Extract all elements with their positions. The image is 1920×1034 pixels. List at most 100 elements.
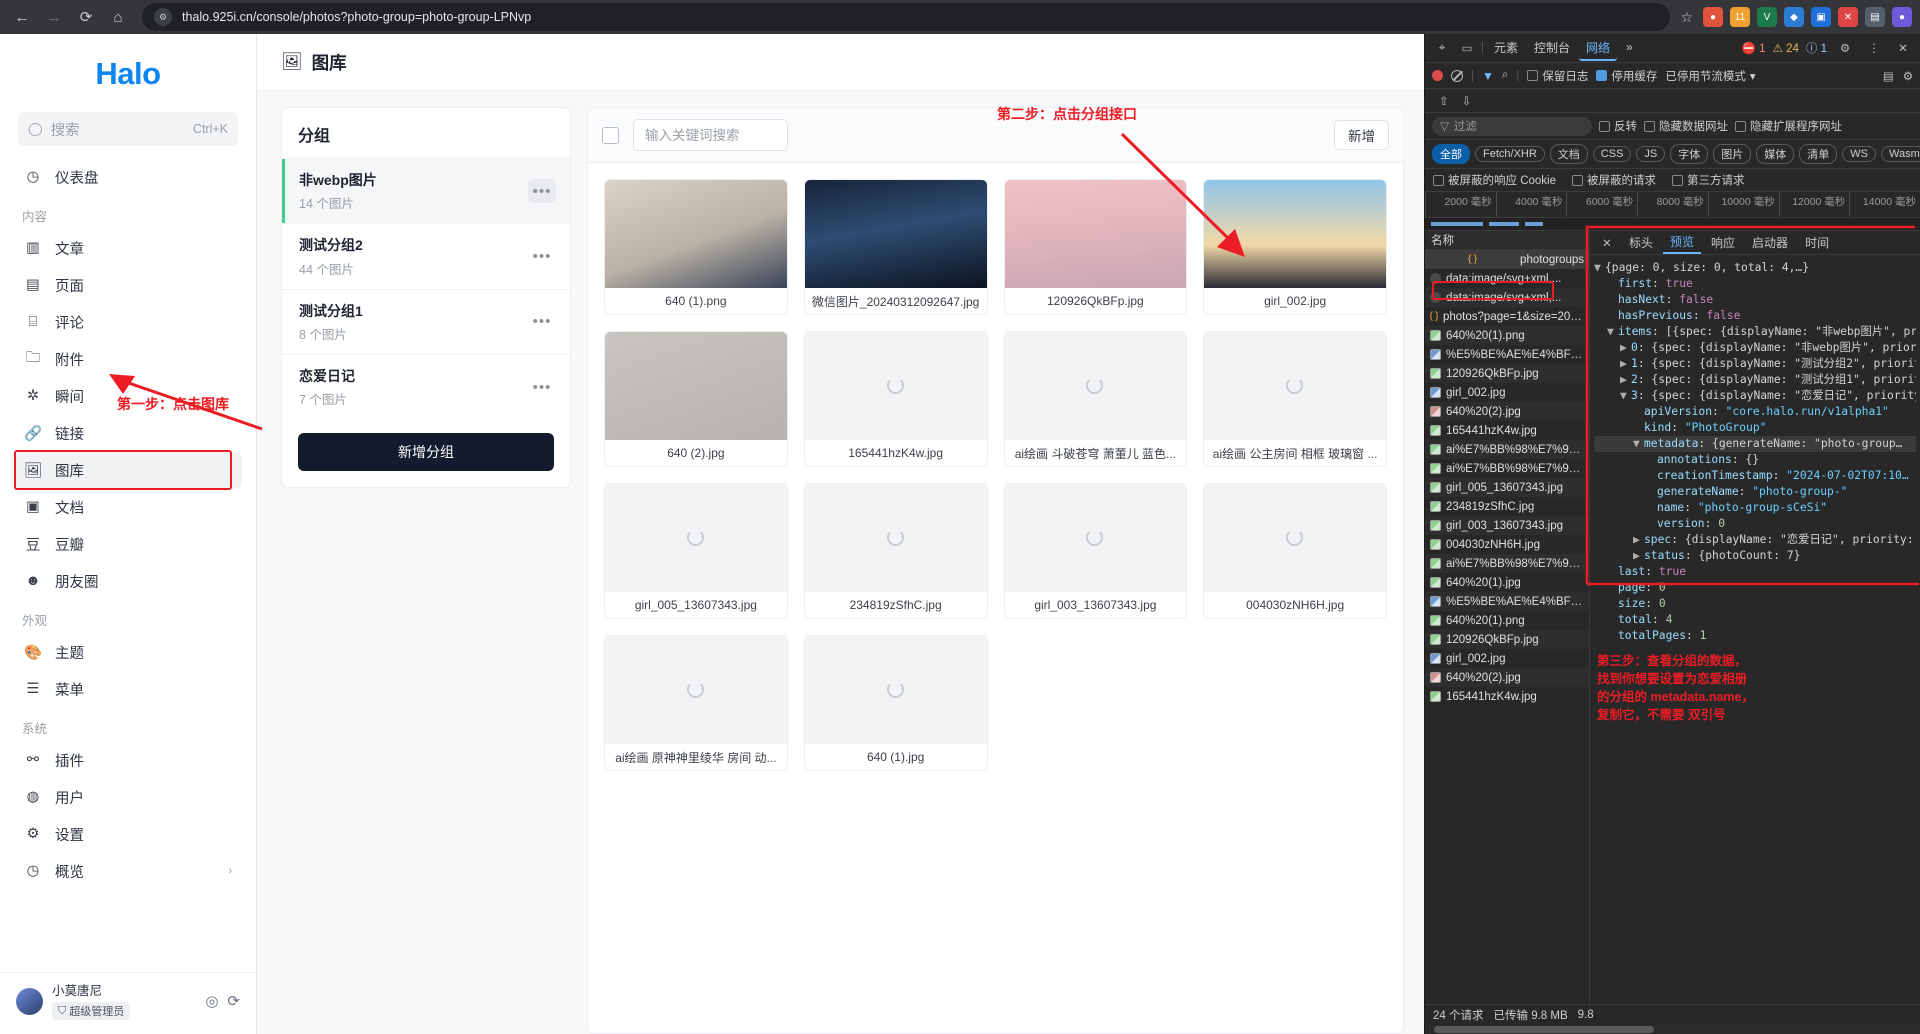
- photo-card[interactable]: 640 (1).jpg: [803, 635, 988, 771]
- site-settings-icon[interactable]: ⚙: [154, 8, 172, 26]
- request-row[interactable]: girl_002.jpg: [1425, 649, 1589, 668]
- request-row[interactable]: %E5%BE%AE%E4%BF%A1%E5...: [1425, 345, 1589, 364]
- photo-thumbnail[interactable]: [1204, 180, 1386, 288]
- request-row[interactable]: 640%20(1).png: [1425, 326, 1589, 345]
- group-more-icon[interactable]: •••: [528, 375, 556, 399]
- request-row[interactable]: 640%20(1).png: [1425, 611, 1589, 630]
- devtools-tab-»[interactable]: »: [1619, 35, 1640, 59]
- group-item[interactable]: 非webp图片 14 个图片 •••: [282, 158, 570, 224]
- type-chip-WS[interactable]: WS: [1842, 146, 1876, 162]
- request-row[interactable]: 120926QkBFp.jpg: [1425, 630, 1589, 649]
- device-toolbar-icon[interactable]: ▭: [1456, 38, 1478, 58]
- photo-thumbnail[interactable]: [804, 636, 987, 744]
- request-row[interactable]: 640%20(2).jpg: [1425, 668, 1589, 687]
- request-row[interactable]: girl_002.jpg: [1425, 383, 1589, 402]
- devtools-tab-网络[interactable]: 网络: [1579, 35, 1618, 61]
- request-row[interactable]: 165441hzK4w.jpg: [1425, 421, 1589, 440]
- close-detail-icon[interactable]: ✕: [1596, 233, 1618, 253]
- logout-icon[interactable]: ⟳: [227, 992, 240, 1010]
- new-group-button[interactable]: 新增分组: [298, 433, 554, 472]
- sidebar-item-朋友圈[interactable]: ☻ 朋友圈: [14, 563, 242, 599]
- sidebar-item-文章[interactable]: ▥ 文章: [14, 230, 242, 266]
- request-row[interactable]: ai%E7%BB%98%E7%94%BB%2...: [1425, 440, 1589, 459]
- json-row[interactable]: name: "photo-group-sCeSi": [1594, 500, 1916, 516]
- sidebar-item-插件[interactable]: ⚯ 插件: [14, 742, 242, 778]
- photo-card[interactable]: girl_005_13607343.jpg: [604, 483, 788, 619]
- account-icon[interactable]: ◎: [205, 992, 218, 1010]
- json-row[interactable]: creationTimestamp: "2024-07-02T07:10…: [1594, 468, 1916, 484]
- request-row[interactable]: data:image/svg+xml,...: [1425, 288, 1589, 307]
- request-row[interactable]: {} photos?page=1&size=20&key...: [1425, 307, 1589, 326]
- extension-icon-5[interactable]: ▣: [1811, 7, 1831, 27]
- request-row[interactable]: 004030zNH6H.jpg: [1425, 535, 1589, 554]
- search-icon[interactable]: ⌕: [1502, 69, 1508, 82]
- json-row[interactable]: ▶ 1: {spec: {displayName: "测试分组2", priori…: [1594, 356, 1916, 372]
- type-chip-媒体[interactable]: 媒体: [1756, 144, 1795, 164]
- sidebar-item-主题[interactable]: 🎨 主题: [14, 634, 242, 670]
- request-row[interactable]: girl_005_13607343.jpg: [1425, 478, 1589, 497]
- json-row[interactable]: ▼ 3: {spec: {displayName: "恋爱日记", priorit…: [1594, 388, 1916, 404]
- download-icon[interactable]: ⇩: [1462, 94, 1472, 108]
- filter-checkbox-第三方请求[interactable]: 第三方请求: [1672, 172, 1745, 188]
- sidebar-item-页面[interactable]: ▤ 页面: [14, 267, 242, 303]
- sidebar-item-概览[interactable]: ◷ 概览 ›: [14, 853, 242, 889]
- clear-icon[interactable]: [1451, 69, 1463, 82]
- photo-card[interactable]: 微信图片_20240312092647.jpg: [803, 179, 988, 315]
- json-row[interactable]: ▶ spec: {displayName: "恋爱日记", priority: 0…: [1594, 532, 1916, 548]
- request-row[interactable]: 165441hzK4w.jpg: [1425, 687, 1589, 706]
- json-row[interactable]: ▼ items: [{spec: {displayName: "非webp图片",…: [1594, 324, 1916, 340]
- home-button[interactable]: ⌂: [104, 3, 132, 31]
- photo-card[interactable]: 004030zNH6H.jpg: [1203, 483, 1387, 619]
- photo-thumbnail[interactable]: [1004, 180, 1187, 288]
- photo-thumbnail[interactable]: [605, 332, 787, 440]
- filter-checkbox-被屏蔽的响应 Cookie[interactable]: 被屏蔽的响应 Cookie: [1433, 172, 1556, 188]
- gear-icon[interactable]: ⚙: [1834, 38, 1856, 58]
- type-chip-全部[interactable]: 全部: [1432, 144, 1470, 164]
- json-row[interactable]: annotations: {}: [1594, 452, 1916, 468]
- extension-icon-4[interactable]: ◆: [1784, 7, 1804, 27]
- json-row[interactable]: ▼ {page: 0, size: 0, total: 4,…}: [1594, 260, 1916, 276]
- request-row[interactable]: data:image/svg+xml,...: [1425, 269, 1589, 288]
- inspect-element-icon[interactable]: ⌖: [1431, 38, 1453, 58]
- user-panel[interactable]: 小莫唐尼 ⛉ 超级管理员 ◎ ⟳: [0, 971, 256, 1034]
- request-row[interactable]: 640%20(2).jpg: [1425, 402, 1589, 421]
- sidebar-item-设置[interactable]: ⚙ 设置: [14, 816, 242, 852]
- group-more-icon[interactable]: •••: [528, 244, 556, 268]
- detail-tab-响应[interactable]: 响应: [1704, 232, 1742, 254]
- photo-thumbnail[interactable]: [1204, 332, 1386, 440]
- reload-button[interactable]: ⟳: [72, 3, 100, 31]
- photo-thumbnail[interactable]: [804, 332, 987, 440]
- detail-tab-启动器[interactable]: 启动器: [1745, 232, 1795, 254]
- extension-icon-3[interactable]: V: [1757, 7, 1777, 27]
- back-button[interactable]: ←: [8, 3, 36, 31]
- group-item[interactable]: 测试分组2 44 个图片 •••: [282, 223, 570, 288]
- disable-cache-toggle[interactable]: 停用缓存: [1596, 68, 1657, 84]
- extension-icon-6[interactable]: ✕: [1838, 7, 1858, 27]
- sidebar-item-附件[interactable]: 🗀 附件: [14, 341, 242, 377]
- photo-card[interactable]: girl_002.jpg: [1203, 179, 1387, 315]
- hide-ext-urls-checkbox[interactable]: 隐藏扩展程序网址: [1735, 118, 1842, 134]
- bookmark-icon[interactable]: ☆: [1680, 9, 1693, 26]
- photo-thumbnail[interactable]: [605, 180, 787, 288]
- sidebar-item-豆瓣[interactable]: 豆豆瓣: [14, 526, 242, 562]
- throttling-select[interactable]: 已停用节流模式 ▾: [1665, 68, 1755, 84]
- json-row[interactable]: apiVersion: "core.halo.run/v1alpha1": [1594, 404, 1916, 420]
- photo-card[interactable]: girl_003_13607343.jpg: [1003, 483, 1188, 619]
- photo-thumbnail[interactable]: [1004, 484, 1187, 592]
- preserve-log-toggle[interactable]: 保留日志: [1527, 68, 1588, 84]
- sidebar-item-链接[interactable]: 🔗 链接: [14, 415, 242, 451]
- filter-icon[interactable]: ▼: [1482, 69, 1494, 83]
- photo-thumbnail[interactable]: [605, 484, 787, 592]
- request-row[interactable]: ai%E7%BB%98%E7%94%BB%2...: [1425, 554, 1589, 573]
- settings-icon[interactable]: ⚙: [1903, 69, 1913, 83]
- json-row[interactable]: last: true: [1594, 564, 1916, 580]
- wifi-icon[interactable]: ▤: [1883, 69, 1894, 83]
- info-count[interactable]: ⓘ 1: [1806, 40, 1827, 56]
- hide-data-urls-checkbox[interactable]: 隐藏数据网址: [1644, 118, 1728, 134]
- photo-thumbnail[interactable]: [605, 636, 787, 744]
- group-more-icon[interactable]: •••: [528, 310, 556, 334]
- upload-icon[interactable]: ⇧: [1439, 94, 1449, 108]
- error-count[interactable]: ⛔ 1: [1742, 41, 1766, 55]
- group-item[interactable]: 恋爱日记 7 个图片 •••: [282, 353, 570, 419]
- filter-checkbox-被屏蔽的请求[interactable]: 被屏蔽的请求: [1572, 172, 1656, 188]
